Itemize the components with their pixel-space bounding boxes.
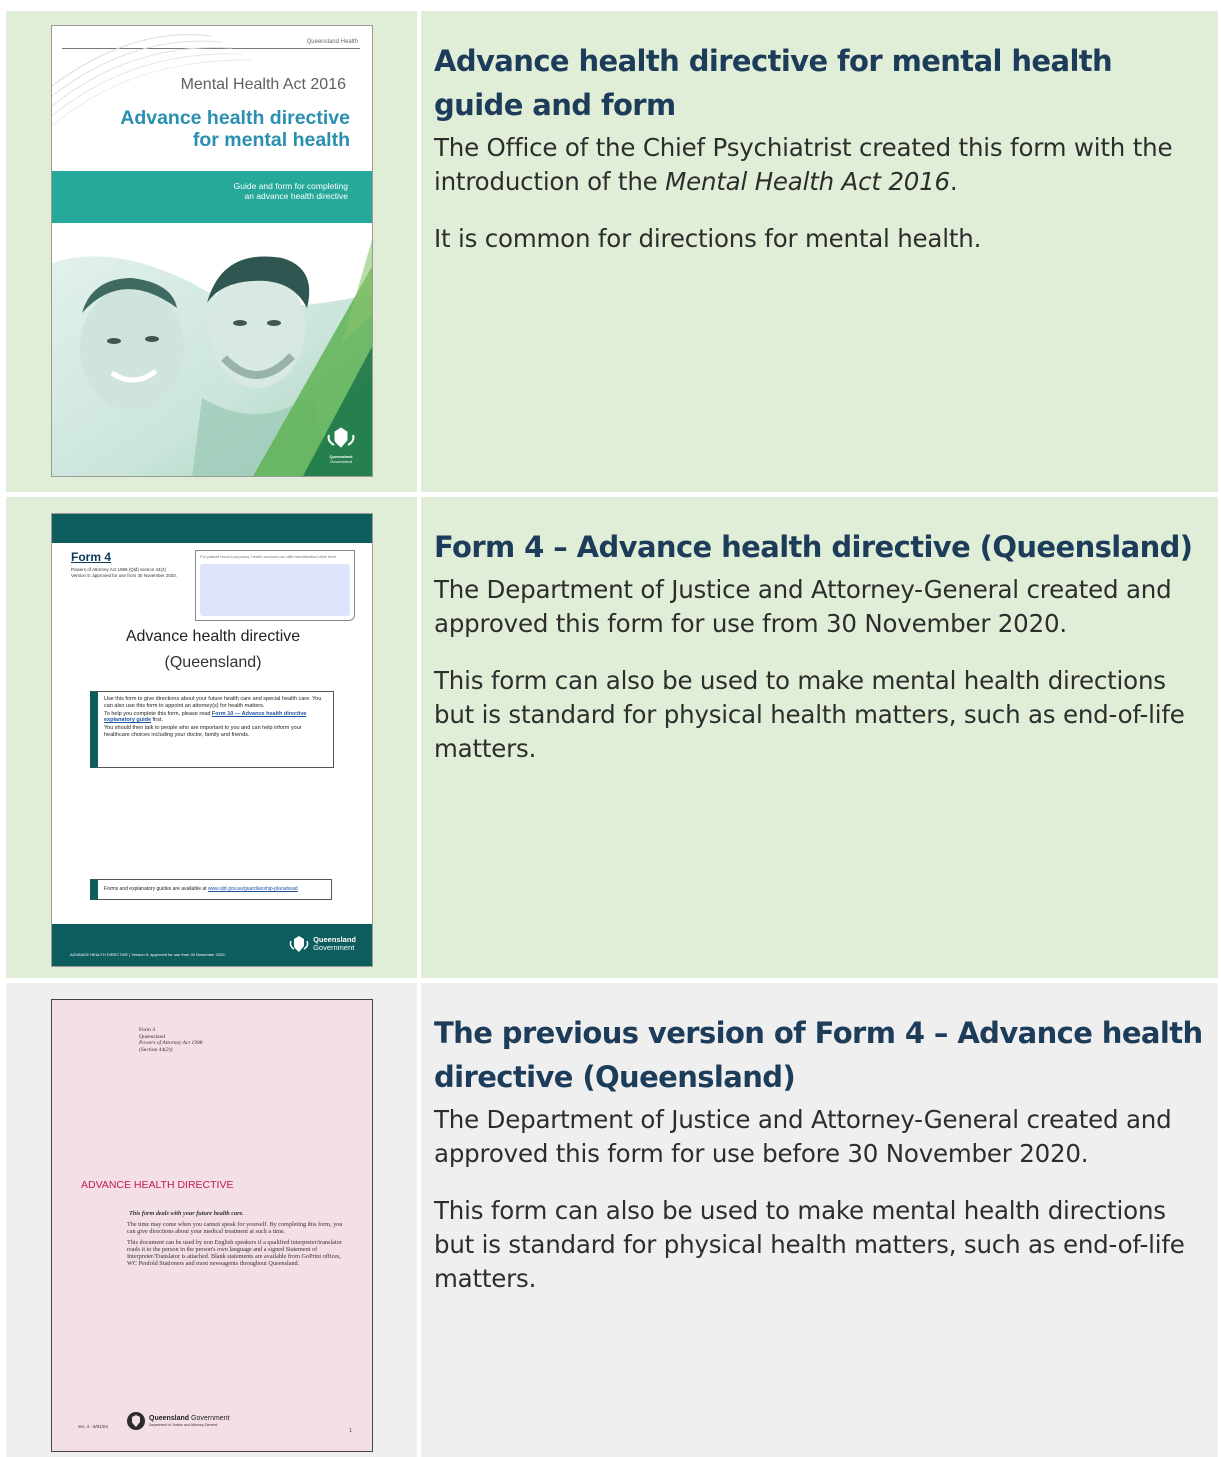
meta-line4: (Section 44(2)) [139,1046,173,1053]
item-heading[interactable]: Form 4 – Advance health directive (Queen… [434,525,1208,569]
forms-url-link[interactable]: www.qld.gov.au/guardianship-planahead [208,886,298,892]
thumbnail-cell: Form 4 Queensland Powers of Attorney Act… [6,983,417,1457]
queensland-government-logo: Queensland Government Department of Just… [126,1411,230,1431]
previous-form-lead: This form deals with your future health … [129,1210,244,1217]
description-cell: The previous version of Form 4 – Advance… [421,983,1218,1457]
crest-icon [327,427,355,448]
info-paragraph-3: You should then talk to people who are i… [104,725,302,738]
paragraph-text-end: . [949,167,958,196]
form-label: Form 4 [71,550,112,564]
queensland-government-logo: Queensland Government [289,935,356,953]
gov-name: Queensland Government [313,936,356,952]
row-form-4-previous: Form 4 Queensland Powers of Attorney Act… [6,983,1218,1457]
item-paragraph-1: The Department of Justice and Attorney-G… [434,575,1172,638]
cover-title-line2: for mental health [192,129,350,151]
cover-photo-illustration [52,223,372,476]
gov-name-normal: Government [189,1415,230,1422]
description-cell: Form 4 – Advance health directive (Queen… [421,497,1218,978]
page-number: 1 [349,1428,352,1434]
info-text: To help you complete this form, please r… [104,710,212,717]
crest-icon [289,936,309,952]
description-cell: Advance health directive for mental heal… [421,11,1218,492]
meta-line3: Powers of Attorney Act 1998 [139,1040,202,1047]
item-paragraph-1: The Office of the Chief Psychiatrist cre… [434,131,1208,199]
item-heading[interactable]: Advance health directive for mental heal… [434,39,1208,127]
row-mental-health-guide: Queensland Health Mental Health Act 2016… [6,11,1218,492]
form-footer: ADVANCE HEALTH DIRECTIVE | Version 5: ap… [70,952,226,957]
item-paragraph-2: This form can also be used to make menta… [434,666,1185,763]
info-paragraph-2: To help you complete this form, please r… [104,711,327,724]
info-text-end: first. [151,717,163,724]
item-paragraph-1: The Department of Justice and Attorney-G… [434,1105,1172,1168]
version-label: ver. 4 - 6/01/04 [78,1424,109,1429]
previous-form-body: This form deals with your future health … [127,1210,345,1267]
crest-text-line2: Government [329,459,352,464]
previous-form-paragraph-2: This document can be used by non English… [127,1238,342,1268]
patient-label-caption: For patient record purposes, health serv… [200,554,337,559]
crest-icon [127,1412,145,1430]
previous-form-4-thumbnail[interactable]: Form 4 Queensland Powers of Attorney Act… [51,999,373,1452]
cover-title: Advance health directive for mental heal… [120,107,350,151]
cover-title-line1: Advance health directive [120,107,350,129]
form-info-box: Use this form to give directions about y… [90,691,334,768]
guide-cover-thumbnail[interactable]: Queensland Health Mental Health Act 2016… [51,25,373,477]
act-name-italic: Mental Health Act 2016 [665,167,950,196]
form-title: Advance health directive [125,628,301,645]
gov-name-line2: Government [313,943,355,952]
thumbnail-cell: Queensland Health Mental Health Act 2016… [6,11,417,492]
previous-form-title: ADVANCE HEALTH DIRECTIVE [81,1179,234,1191]
previous-form-meta: Form 4 Queensland Powers of Attorney Act… [139,1027,202,1053]
row-form-4-current: Form 4 Powers of Attorney Act 1998 (Qld)… [6,497,1218,978]
gov-name-bold: Queensland [149,1415,190,1422]
cover-act-title: Mental Health Act 2016 [180,76,346,93]
thumbnail-cell: Form 4 Powers of Attorney Act 1998 (Qld)… [6,497,417,978]
form-subtitle: (Queensland) [164,654,262,671]
queensland-crest: Queensland Government [326,427,356,464]
forms-link-text: Forms and explanatory guides are availab… [104,886,208,892]
previous-form-paragraph-1: The time may come when you cannot speak … [127,1221,343,1236]
patient-label-box: For patient record purposes, health serv… [195,550,355,621]
department-name: Department of Justice and Attorney-Gener… [149,1423,218,1427]
meta-act-italic: Powers of Attorney Act 1998 [139,1040,203,1046]
forms-link-box: Forms and explanatory guides are availab… [90,879,332,900]
item-paragraph-2: It is common for directions for mental h… [434,224,982,253]
item-paragraph-2: This form can also be used to make menta… [434,1196,1185,1293]
form-4-thumbnail[interactable]: Form 4 Powers of Attorney Act 1998 (Qld)… [51,513,373,967]
cover-subtitle-line1: Guide and form for completing [233,181,348,191]
cover-subtitle-line2: an advance health directive [244,191,349,201]
patient-label-area [200,564,350,616]
cover-subtitle: Guide and form for completing an advance… [234,181,348,201]
info-paragraph-1: Use this form to give directions about y… [104,696,322,709]
form-top-band [52,514,372,543]
gov-name: Queensland Government Department of Just… [149,1415,230,1427]
item-heading[interactable]: The previous version of Form 4 – Advance… [434,1011,1208,1099]
